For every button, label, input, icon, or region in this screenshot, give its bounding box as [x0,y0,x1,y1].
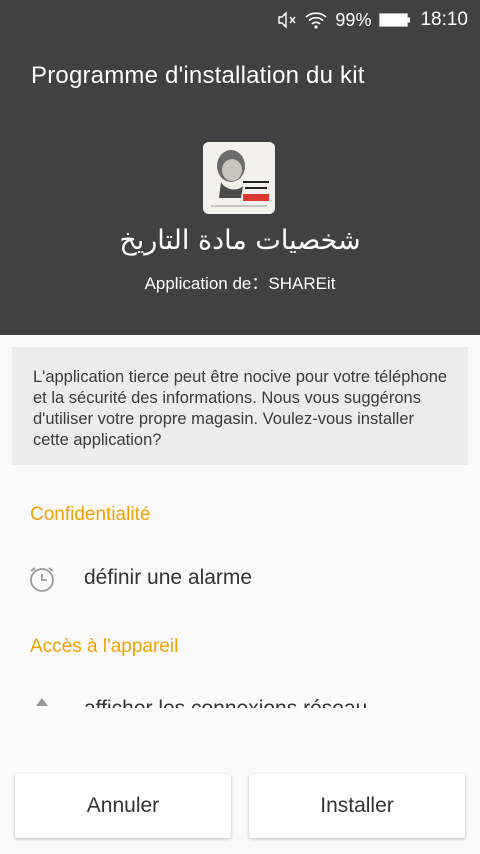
app-icon [203,142,275,214]
permission-label: afficher les connexions réseau [84,697,367,708]
status-clock: 18:10 [420,9,468,30]
alarm-clock-icon [28,565,56,593]
status-bar: 99% 18:10 [0,0,480,40]
app-source: Application de：SHAREit [144,274,336,293]
battery-percent: 99% [335,9,372,30]
permission-row-network: afficher les connexions réseau [0,696,480,708]
network-icon [28,696,56,708]
installer-header: 99% 18:10 Programme d'installation du ki… [0,0,480,335]
battery-icon [379,12,411,28]
wifi-icon [305,11,327,29]
app-name: شخصيات مادة التاريخ [119,225,361,256]
mute-icon [277,11,297,29]
permission-label: définir une alarme [84,566,253,589]
install-button[interactable]: Installer [249,774,465,838]
permission-row-alarm: définir une alarme [0,565,480,605]
permissions-scroll-edge[interactable]: afficher les connexions réseau [0,690,480,708]
installer-title: Programme d'installation du kit [31,62,365,89]
security-warning: L'application tierce peut être nocive po… [12,347,468,465]
cancel-button[interactable]: Annuler [15,774,231,838]
privacy-section-title: Confidentialité [30,504,151,525]
device-section-title: Accès à l'appareil [30,636,179,657]
